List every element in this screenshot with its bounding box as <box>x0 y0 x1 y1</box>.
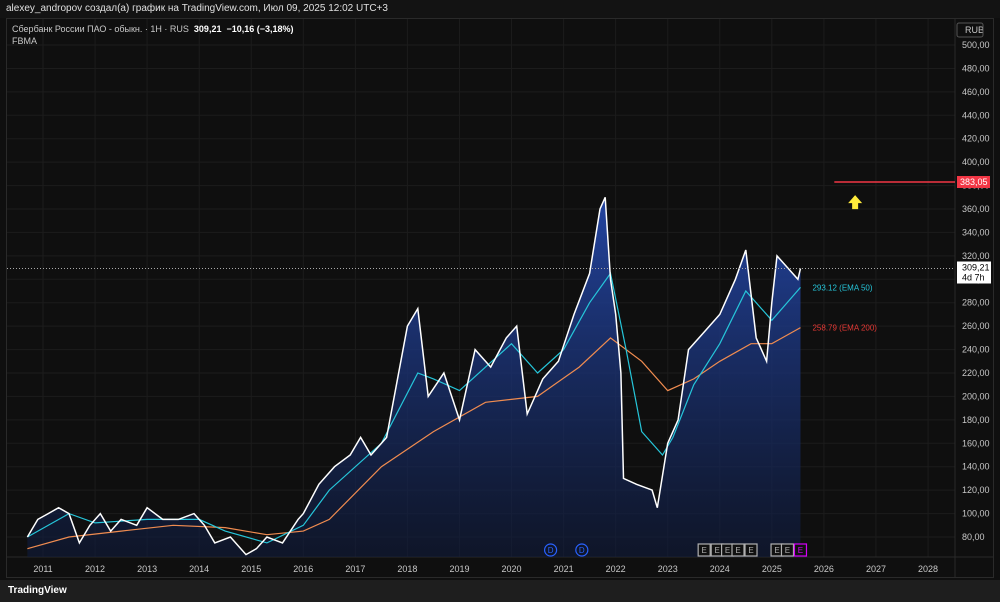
y-tick-label: 280,00 <box>962 298 990 308</box>
earnings-marker-label: E <box>715 546 720 555</box>
countdown: 4d 7h <box>962 273 985 283</box>
tradingview-logo: TradingView <box>0 580 1000 602</box>
x-tick-label: 2012 <box>85 564 105 574</box>
x-tick-label: 2014 <box>189 564 209 574</box>
x-tick-label: 2020 <box>502 564 522 574</box>
y-tick-label: 480,00 <box>962 63 990 73</box>
y-tick-label: 400,00 <box>962 157 990 167</box>
earnings-marker-label: E <box>774 546 779 555</box>
currency-label: RUB <box>965 25 984 35</box>
last-price-badge-value: 309,21 <box>962 263 990 273</box>
exchange: FBMA <box>12 36 38 46</box>
earnings-marker-label: E <box>725 546 730 555</box>
y-tick-label: 180,00 <box>962 415 990 425</box>
y-tick-label: 440,00 <box>962 110 990 120</box>
earnings-marker-label: E <box>798 546 803 555</box>
up-arrow-icon <box>848 195 863 210</box>
last-price: 309,21 <box>193 24 222 34</box>
x-tick-label: 2026 <box>814 564 834 574</box>
x-tick-label: 2021 <box>554 564 574 574</box>
y-tick-label: 420,00 <box>962 134 990 144</box>
y-tick-label: 80,00 <box>962 532 985 542</box>
x-tick-label: 2028 <box>918 564 938 574</box>
y-tick-label: 320,00 <box>962 251 990 261</box>
y-tick-label: 200,00 <box>962 391 990 401</box>
earnings-marker-label: E <box>735 546 740 555</box>
x-tick-label: 2027 <box>866 564 886 574</box>
x-tick-label: 2023 <box>658 564 678 574</box>
x-tick-label: 2016 <box>293 564 313 574</box>
x-tick-label: 2017 <box>345 564 365 574</box>
target-badge-value: 383,05 <box>960 177 988 187</box>
logo-text: TradingView <box>8 585 67 596</box>
price-chart[interactable]: 80,00 100,00 120,00 140,00 160,00 180,00 200,0… <box>0 0 1000 580</box>
earnings-marker-label: E <box>748 546 753 555</box>
symbol-name: Сбербанк России ПАО - обыкн. · 1H · RUS <box>12 24 189 34</box>
ema200-label: 258.79 (EMA 200) <box>812 324 877 333</box>
y-tick-label: 220,00 <box>962 368 990 378</box>
x-tick-label: 2024 <box>710 564 730 574</box>
earnings-marker-label: E <box>701 546 706 555</box>
y-tick-label: 460,00 <box>962 87 990 97</box>
x-tick-label: 2018 <box>397 564 417 574</box>
earnings-marker-label: E <box>785 546 790 555</box>
y-tick-label: 260,00 <box>962 321 990 331</box>
dividend-marker-label: D <box>548 546 554 555</box>
y-tick-label: 500,00 <box>962 40 990 50</box>
price-change: −10,16 (−3,18%) <box>226 24 294 34</box>
y-tick-label: 100,00 <box>962 509 990 519</box>
x-tick-label: 2013 <box>137 564 157 574</box>
symbol-legend: Сбербанк России ПАО - обыкн. · 1H · RUS … <box>12 23 294 47</box>
ema50-label: 293.12 (EMA 50) <box>812 283 872 292</box>
y-tick-label: 240,00 <box>962 345 990 355</box>
y-tick-label: 160,00 <box>962 438 990 448</box>
y-tick-label: 120,00 <box>962 485 990 495</box>
x-tick-label: 2025 <box>762 564 782 574</box>
x-tick-label: 2019 <box>449 564 469 574</box>
x-tick-label: 2015 <box>241 564 261 574</box>
y-tick-label: 360,00 <box>962 204 990 214</box>
x-tick-label: 2011 <box>33 564 52 574</box>
y-tick-label: 140,00 <box>962 462 990 472</box>
y-tick-label: 340,00 <box>962 227 990 237</box>
x-tick-label: 2022 <box>606 564 626 574</box>
dividend-marker-label: D <box>579 546 585 555</box>
